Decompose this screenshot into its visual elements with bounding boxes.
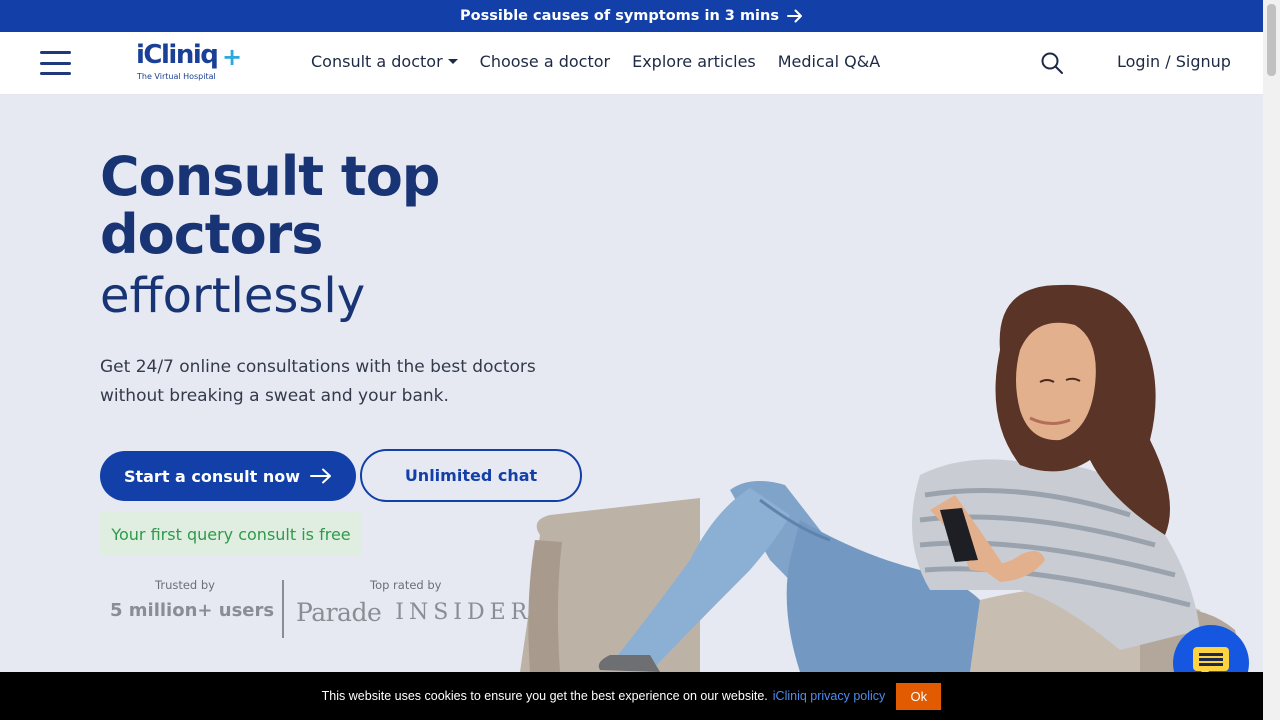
hero-title-line1: Consult top <box>100 145 440 208</box>
nav-label: Consult a doctor <box>311 52 443 71</box>
main-nav: Consult a doctor Choose a doctor Explore… <box>311 52 902 71</box>
arrow-right-icon <box>786 9 803 23</box>
scrollbar-thumb[interactable] <box>1267 4 1276 76</box>
search-icon[interactable] <box>1040 51 1064 75</box>
nav-explore-articles[interactable]: Explore articles <box>632 52 756 71</box>
trusted-by-label: Trusted by <box>155 578 215 592</box>
logo-tagline: The Virtual Hospital <box>137 72 216 81</box>
caret-down-icon <box>447 59 458 64</box>
site-header: iCliniq + The Virtual Hospital Consult a… <box>0 32 1263 95</box>
login-signup-link[interactable]: Login / Signup <box>1117 52 1231 71</box>
logo-wordmark: iCliniq <box>136 40 219 70</box>
privacy-policy-link[interactable]: iCliniq privacy policy <box>773 689 886 703</box>
promo-banner[interactable]: Possible causes of symptoms in 3 mins <box>0 0 1263 32</box>
nav-medical-qa[interactable]: Medical Q&A <box>778 52 880 71</box>
nav-label: Medical Q&A <box>777 52 881 71</box>
site-logo[interactable]: iCliniq + The Virtual Hospital <box>136 40 243 86</box>
start-consult-label: Start a consult now <box>123 466 301 486</box>
users-count: 5 million+ users <box>110 600 275 621</box>
nav-choose-a-doctor[interactable]: Choose a doctor <box>480 52 610 71</box>
hero-title-line2: doctors <box>100 203 323 266</box>
nav-label: Choose a doctor <box>479 52 611 71</box>
hero-subtitle: effortlessly <box>100 268 366 324</box>
promo-text: Possible causes of symptoms in 3 mins <box>460 8 779 24</box>
logo-plus-icon: + <box>222 43 243 71</box>
trusted-by-block: Trusted by 5 million+ users <box>110 578 275 621</box>
parade-logo: Parade <box>296 598 382 627</box>
cookie-ok-button[interactable]: Ok <box>896 682 942 710</box>
hero-title: Consult top doctors <box>100 145 440 266</box>
nav-consult-a-doctor[interactable]: Consult a doctor <box>311 52 458 71</box>
arrow-right-icon <box>310 468 332 484</box>
cookie-text: This website uses cookies to ensure you … <box>321 689 768 703</box>
hamburger-menu-icon[interactable] <box>40 51 71 75</box>
free-consult-text: Your first query consult is free <box>111 524 351 544</box>
start-consult-button[interactable]: Start a consult now <box>100 451 356 501</box>
page-scrollbar[interactable] <box>1263 0 1280 720</box>
free-consult-note: Your first query consult is free <box>100 512 362 556</box>
trust-divider <box>282 580 284 638</box>
cookie-banner: This website uses cookies to ensure you … <box>0 672 1263 720</box>
nav-label: Explore articles <box>632 52 756 71</box>
hero-illustration <box>520 284 1245 672</box>
